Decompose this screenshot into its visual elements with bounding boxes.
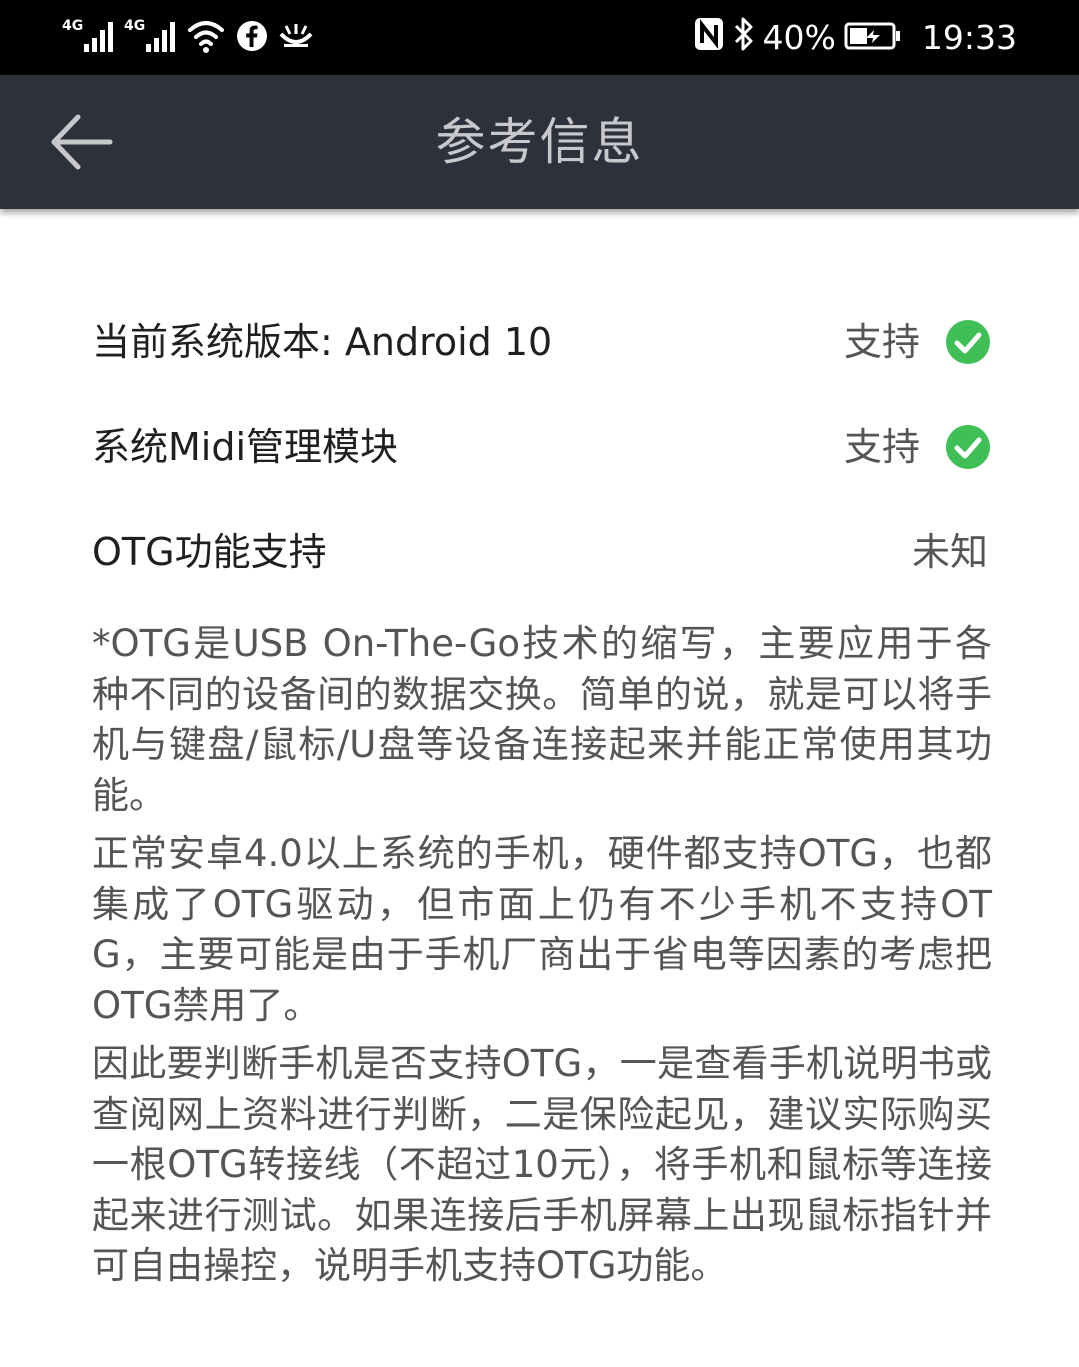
status-right-group: 40% 19:33 [693, 16, 1017, 60]
nfc-icon [693, 16, 725, 60]
battery-percentage: 40% [762, 18, 836, 57]
status-left-group: 4G 4G [62, 16, 314, 60]
check-status: 未知 [911, 530, 988, 574]
check-label: 当前系统版本: Android 10 [92, 320, 553, 364]
otg-note-paragraph: *OTG是USB On-The-Go技术的缩写，主要应用于各种不同的设备间的数据… [92, 622, 992, 817]
check-row-midi-module: 系统Midi管理模块 支持 [92, 412, 990, 482]
battery-icon [844, 19, 902, 58]
arrow-left-icon [51, 114, 113, 170]
wifi-icon [186, 16, 226, 60]
status-bar: 4G 4G 40% 19:33 [0, 0, 1079, 75]
check-circle-icon [946, 425, 990, 469]
svg-text:4G: 4G [124, 18, 145, 34]
otg-note-paragraph: 因此要判断手机是否支持OTG，一是查看手机说明书或查阅网上资料进行判断，二是保险… [92, 1042, 992, 1287]
check-label: OTG功能支持 [92, 530, 327, 574]
svg-text:4G: 4G [62, 18, 83, 34]
bluetooth-icon [733, 16, 755, 60]
app-toolbar: 参考信息 [0, 75, 1079, 209]
back-button[interactable] [48, 111, 118, 173]
clock: 19:33 [921, 18, 1017, 57]
page-title: 参考信息 [435, 113, 644, 171]
signal-icon: 4G [124, 16, 176, 60]
check-label: 系统Midi管理模块 [92, 425, 399, 469]
app-notification-icon [278, 20, 314, 56]
facebook-icon [236, 20, 268, 56]
check-row-android-version: 当前系统版本: Android 10 支持 [92, 307, 990, 377]
check-status: 支持 [843, 320, 920, 364]
signal-icon: 4G [62, 16, 114, 60]
otg-note-paragraph: 正常安卓4.0以上系统的手机，硬件都支持OTG，也都集成了OTG驱动，但市面上仍… [92, 832, 992, 1027]
check-circle-icon [946, 320, 990, 364]
check-row-otg-support: OTG功能支持 未知 [92, 517, 990, 587]
check-status: 支持 [843, 425, 920, 469]
